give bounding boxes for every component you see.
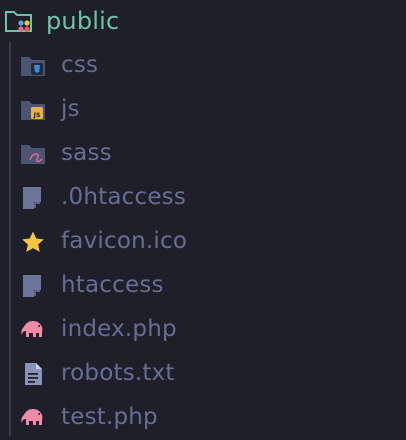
tree-folder-public[interactable]: public (0, 0, 406, 44)
folder-sass-icon (20, 142, 46, 166)
tree-item-label: test.php (61, 404, 158, 430)
tree-folder-sass[interactable]: sass (0, 132, 406, 176)
tree-item-label: robots.txt (61, 360, 175, 386)
folder-css-icon (20, 54, 46, 78)
file-generic-icon (20, 186, 46, 210)
tree-file-favicon[interactable]: favicon.ico (0, 220, 406, 264)
text-file-icon (20, 362, 46, 386)
tree-file-0htaccess[interactable]: .0htaccess (0, 176, 406, 220)
tree-file-index-php[interactable]: index.php (0, 308, 406, 352)
tree-item-label: sass (61, 140, 112, 166)
tree-item-label: .0htaccess (61, 184, 187, 210)
tree-item-label: favicon.ico (61, 228, 188, 254)
tree-file-robots-txt[interactable]: robots.txt (0, 352, 406, 396)
folder-js-icon: JS (20, 98, 46, 122)
file-generic-icon (20, 274, 46, 298)
tree-item-label: js (61, 96, 80, 122)
tree-folder-label: public (46, 7, 120, 35)
file-explorer-tree: public css JS js sass .0htaccess favicon… (0, 0, 406, 436)
svg-text:JS: JS (32, 111, 40, 119)
tree-file-htaccess[interactable]: htaccess (0, 264, 406, 308)
elephant-php-icon (20, 406, 46, 430)
tree-item-label: css (61, 52, 99, 78)
star-icon (20, 230, 46, 254)
tree-item-label: htaccess (61, 272, 164, 298)
tree-item-label: index.php (61, 316, 177, 342)
tree-folder-css[interactable]: css (0, 44, 406, 88)
folder-public-icon (4, 8, 34, 34)
elephant-php-icon (20, 318, 46, 342)
tree-file-test-php[interactable]: test.php (0, 396, 406, 440)
tree-folder-js[interactable]: JS js (0, 88, 406, 132)
